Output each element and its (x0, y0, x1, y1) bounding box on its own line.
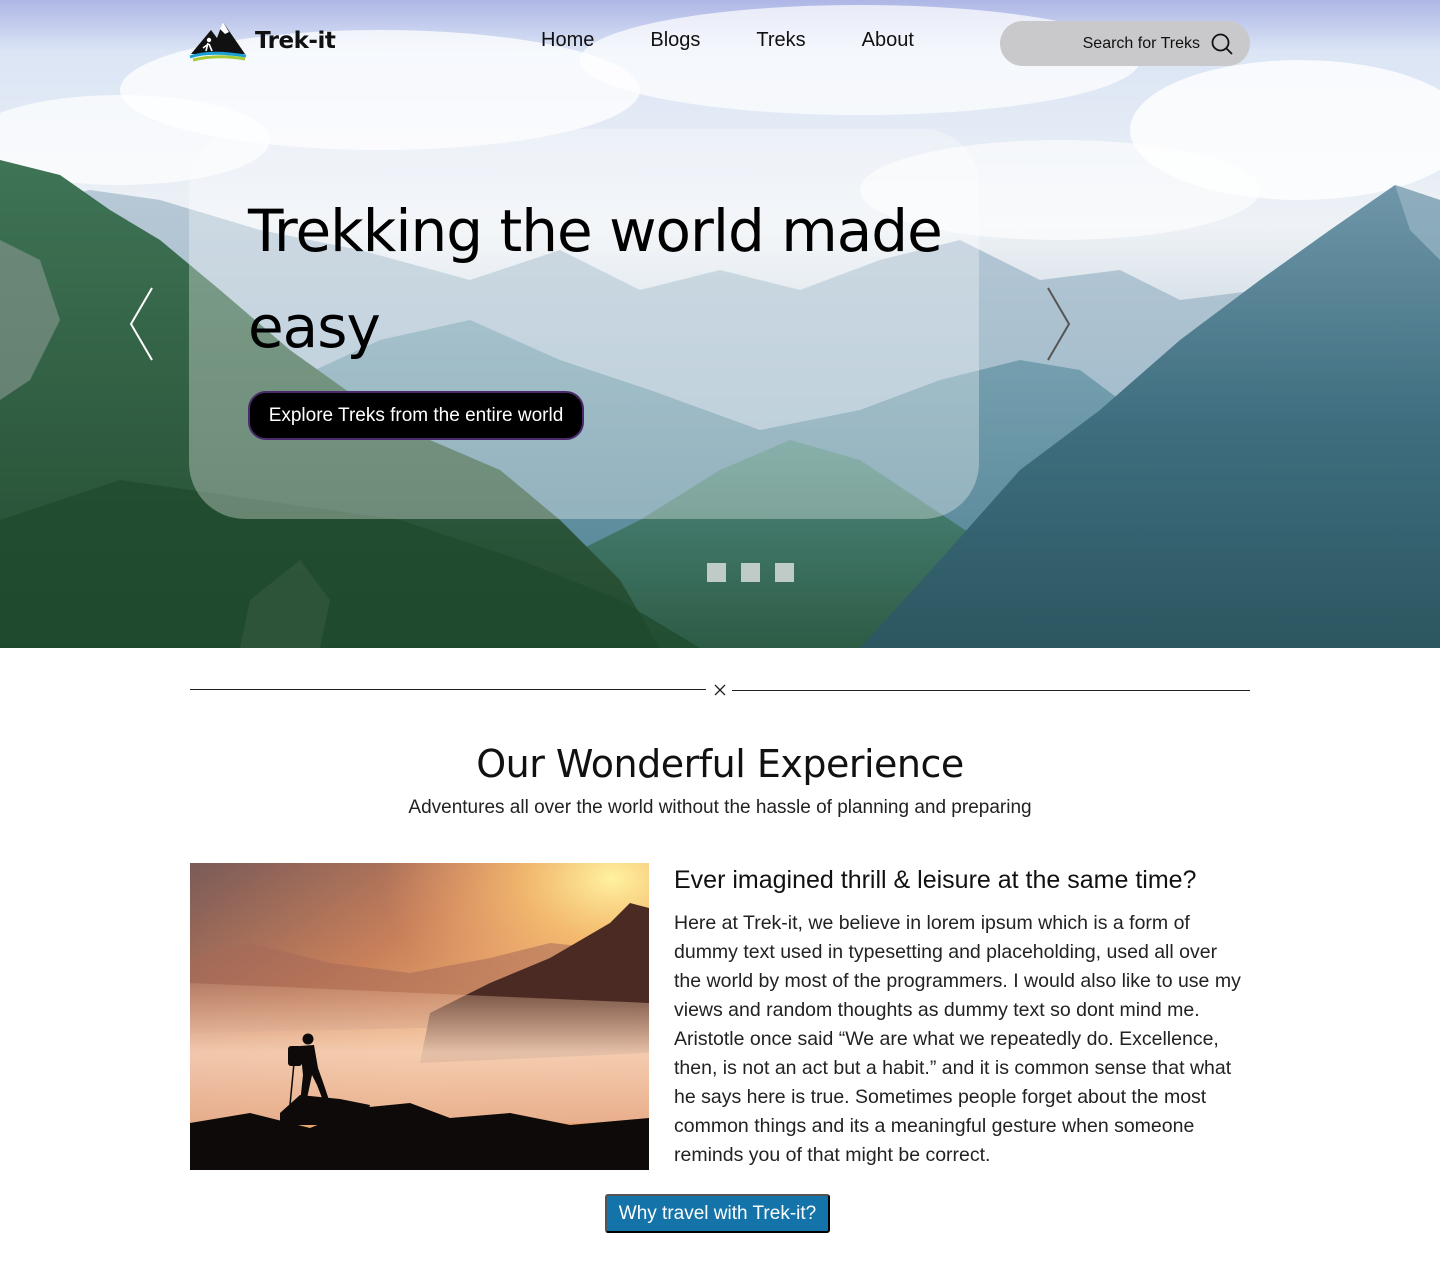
carousel-dot-2[interactable] (741, 563, 760, 582)
hero-title: Trekking the world made easy (248, 197, 943, 361)
feature-heading: Ever imagined thrill & leisure at the sa… (674, 866, 1197, 894)
nav-item-about[interactable]: About (862, 29, 914, 52)
chevron-left-icon[interactable] (129, 287, 155, 361)
explore-treks-button[interactable]: Explore Treks from the entire world (248, 391, 584, 440)
brand-logo[interactable]: Trek-it (189, 19, 339, 63)
hiker-sunset-image (190, 863, 649, 1170)
search-icon[interactable] (1210, 32, 1234, 56)
hero-banner: Trek-it Home Blogs Treks About Search fo… (0, 0, 1440, 648)
nav-item-treks[interactable]: Treks (756, 29, 805, 52)
nav-item-home[interactable]: Home (541, 29, 594, 52)
hiker-silhouette-photo (190, 863, 649, 1170)
nav-menu: Home Blogs Treks About (541, 29, 914, 52)
section-title: Our Wonderful Experience (476, 742, 964, 786)
carousel-dot-3[interactable] (775, 563, 794, 582)
close-icon (714, 684, 726, 696)
mountain-hiker-logo-icon (189, 22, 247, 62)
nav-item-blogs[interactable]: Blogs (650, 29, 700, 52)
search-bar[interactable]: Search for Treks (1000, 21, 1250, 66)
feature-body-text: Here at Trek-it, we believe in lorem ips… (674, 912, 1241, 1166)
section-subtitle: Adventures all over the world without th… (408, 797, 1032, 818)
search-label[interactable]: Search for Treks (1083, 35, 1200, 53)
carousel-indicators (707, 563, 794, 582)
section-divider (190, 680, 1250, 700)
carousel-dot-1[interactable] (707, 563, 726, 582)
chevron-right-icon[interactable] (1045, 287, 1071, 361)
why-travel-button[interactable]: Why travel with Trek-it? (605, 1194, 830, 1233)
brand-name: Trek-it (255, 28, 336, 54)
divider-line-left (190, 689, 706, 690)
top-navigation: Trek-it Home Blogs Treks About Search fo… (0, 0, 1440, 90)
divider-line-right (732, 690, 1250, 691)
